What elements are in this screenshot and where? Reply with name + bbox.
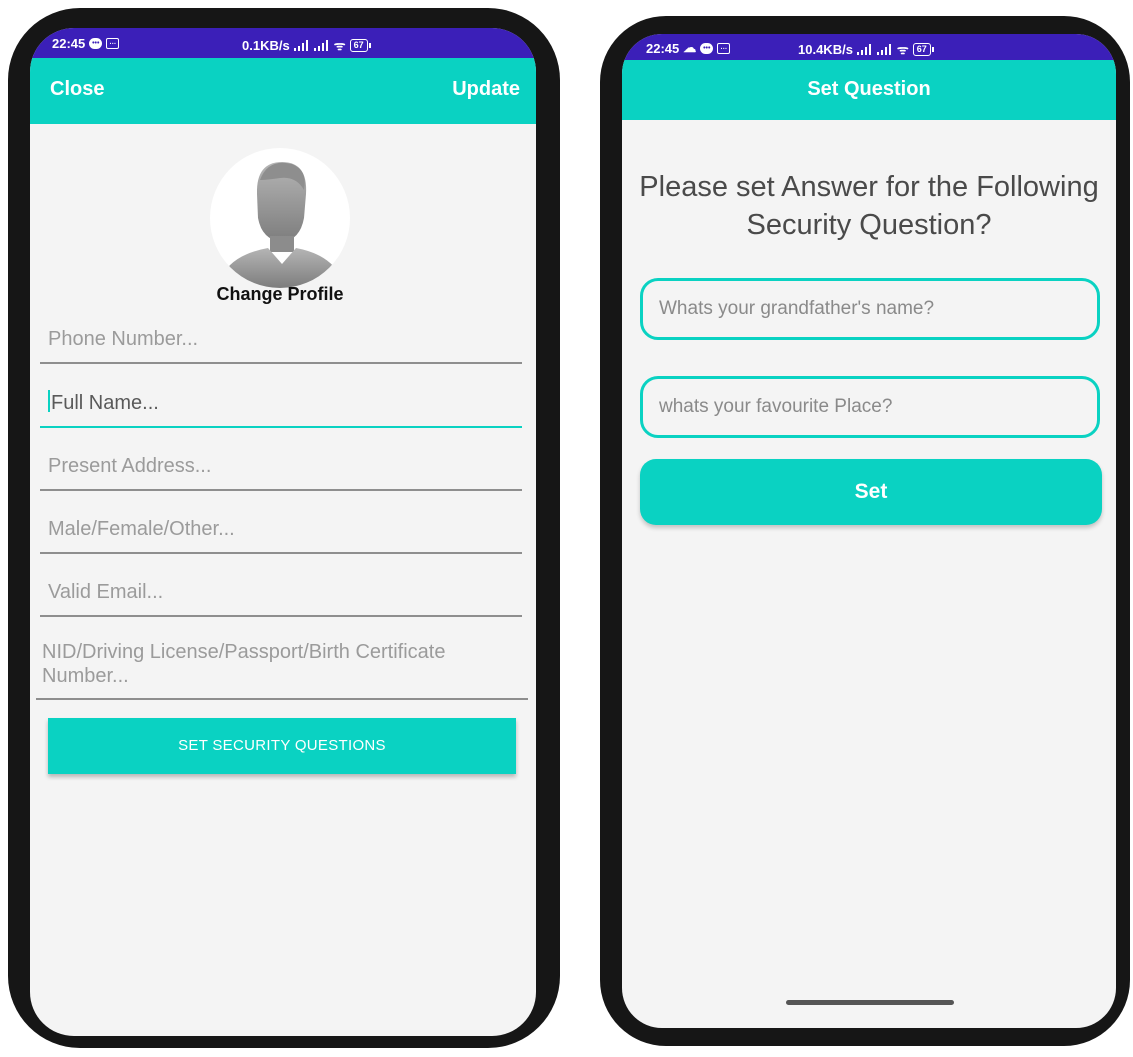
change-profile-button[interactable]: Change Profile [30, 284, 530, 305]
clock: 22:45 [646, 40, 680, 56]
wifi-icon: ᯤ [333, 38, 346, 53]
battery-level: 67 [353, 39, 364, 50]
update-button[interactable]: Update [452, 78, 520, 101]
favourite-place-input[interactable]: whats your favourite Place? [640, 376, 1100, 438]
battery-icon: 67 [349, 38, 371, 52]
clock: 22:45 [52, 36, 86, 51]
app-bar: Set Question [622, 60, 1116, 120]
status-right: 0.1KB/s ᯤ 67 [242, 36, 371, 54]
avatar[interactable] [210, 148, 350, 288]
set-question-screen: 22:45 ☁ ••• … 10.4KB/s ᯤ 67 Set Question… [622, 34, 1116, 1028]
present-address-field[interactable]: Present Address... [40, 455, 522, 491]
full-name-placeholder: Full Name... [51, 392, 159, 414]
battery-icon: 67 [912, 42, 934, 56]
chat-icon: … [717, 42, 731, 54]
signal-icon [876, 43, 893, 55]
full-name-field[interactable]: Full Name... [40, 390, 522, 428]
message-bubble-icon: ••• [89, 38, 103, 49]
wifi-icon: ᯤ [896, 42, 909, 57]
status-bar: 22:45 ••• … 0.1KB/s ᯤ 67 [30, 28, 536, 58]
status-right: 10.4KB/s ᯤ 67 [798, 40, 934, 58]
set-security-questions-button[interactable]: SET SECURITY QUESTIONS [48, 718, 516, 774]
text-cursor [48, 390, 50, 412]
default-person-avatar-icon [218, 162, 344, 288]
phone-frame-right: 22:45 ☁ ••• … 10.4KB/s ᯤ 67 Set Question… [600, 16, 1130, 1046]
signal-icon [313, 39, 330, 51]
status-bar: 22:45 ☁ ••• … 10.4KB/s ᯤ 67 [622, 34, 1116, 60]
id-number-field[interactable]: NID/Driving License/Passport/Birth Certi… [36, 640, 528, 700]
email-field[interactable]: Valid Email... [40, 581, 522, 617]
set-button[interactable]: Set [640, 459, 1102, 525]
cloud-icon: ☁ [683, 40, 697, 55]
status-left: 22:45 ••• … [52, 36, 120, 51]
grandfather-name-input[interactable]: Whats your grandfather's name? [640, 278, 1100, 340]
home-indicator[interactable] [786, 1000, 954, 1005]
close-button[interactable]: Close [50, 78, 104, 101]
page-title: Set Question [807, 78, 931, 100]
network-speed: 0.1KB/s [242, 37, 290, 53]
app-bar: Close Update [30, 58, 536, 124]
gender-field[interactable]: Male/Female/Other... [40, 518, 522, 554]
status-left: 22:45 ☁ ••• … [646, 40, 731, 56]
phone-number-field[interactable]: Phone Number... [40, 328, 522, 364]
battery-level: 67 [916, 43, 927, 54]
network-speed: 10.4KB/s [798, 41, 853, 57]
security-question-heading: Please set Answer for the Following Secu… [639, 171, 1099, 241]
message-bubble-icon: ••• [700, 42, 714, 54]
edit-profile-screen: 22:45 ••• … 0.1KB/s ᯤ 67 Close Update Ch… [30, 28, 536, 1036]
chat-icon: … [106, 38, 120, 49]
signal-icon [293, 39, 310, 51]
signal-icon [856, 43, 873, 55]
phone-frame-left: 22:45 ••• … 0.1KB/s ᯤ 67 Close Update Ch… [8, 8, 560, 1048]
